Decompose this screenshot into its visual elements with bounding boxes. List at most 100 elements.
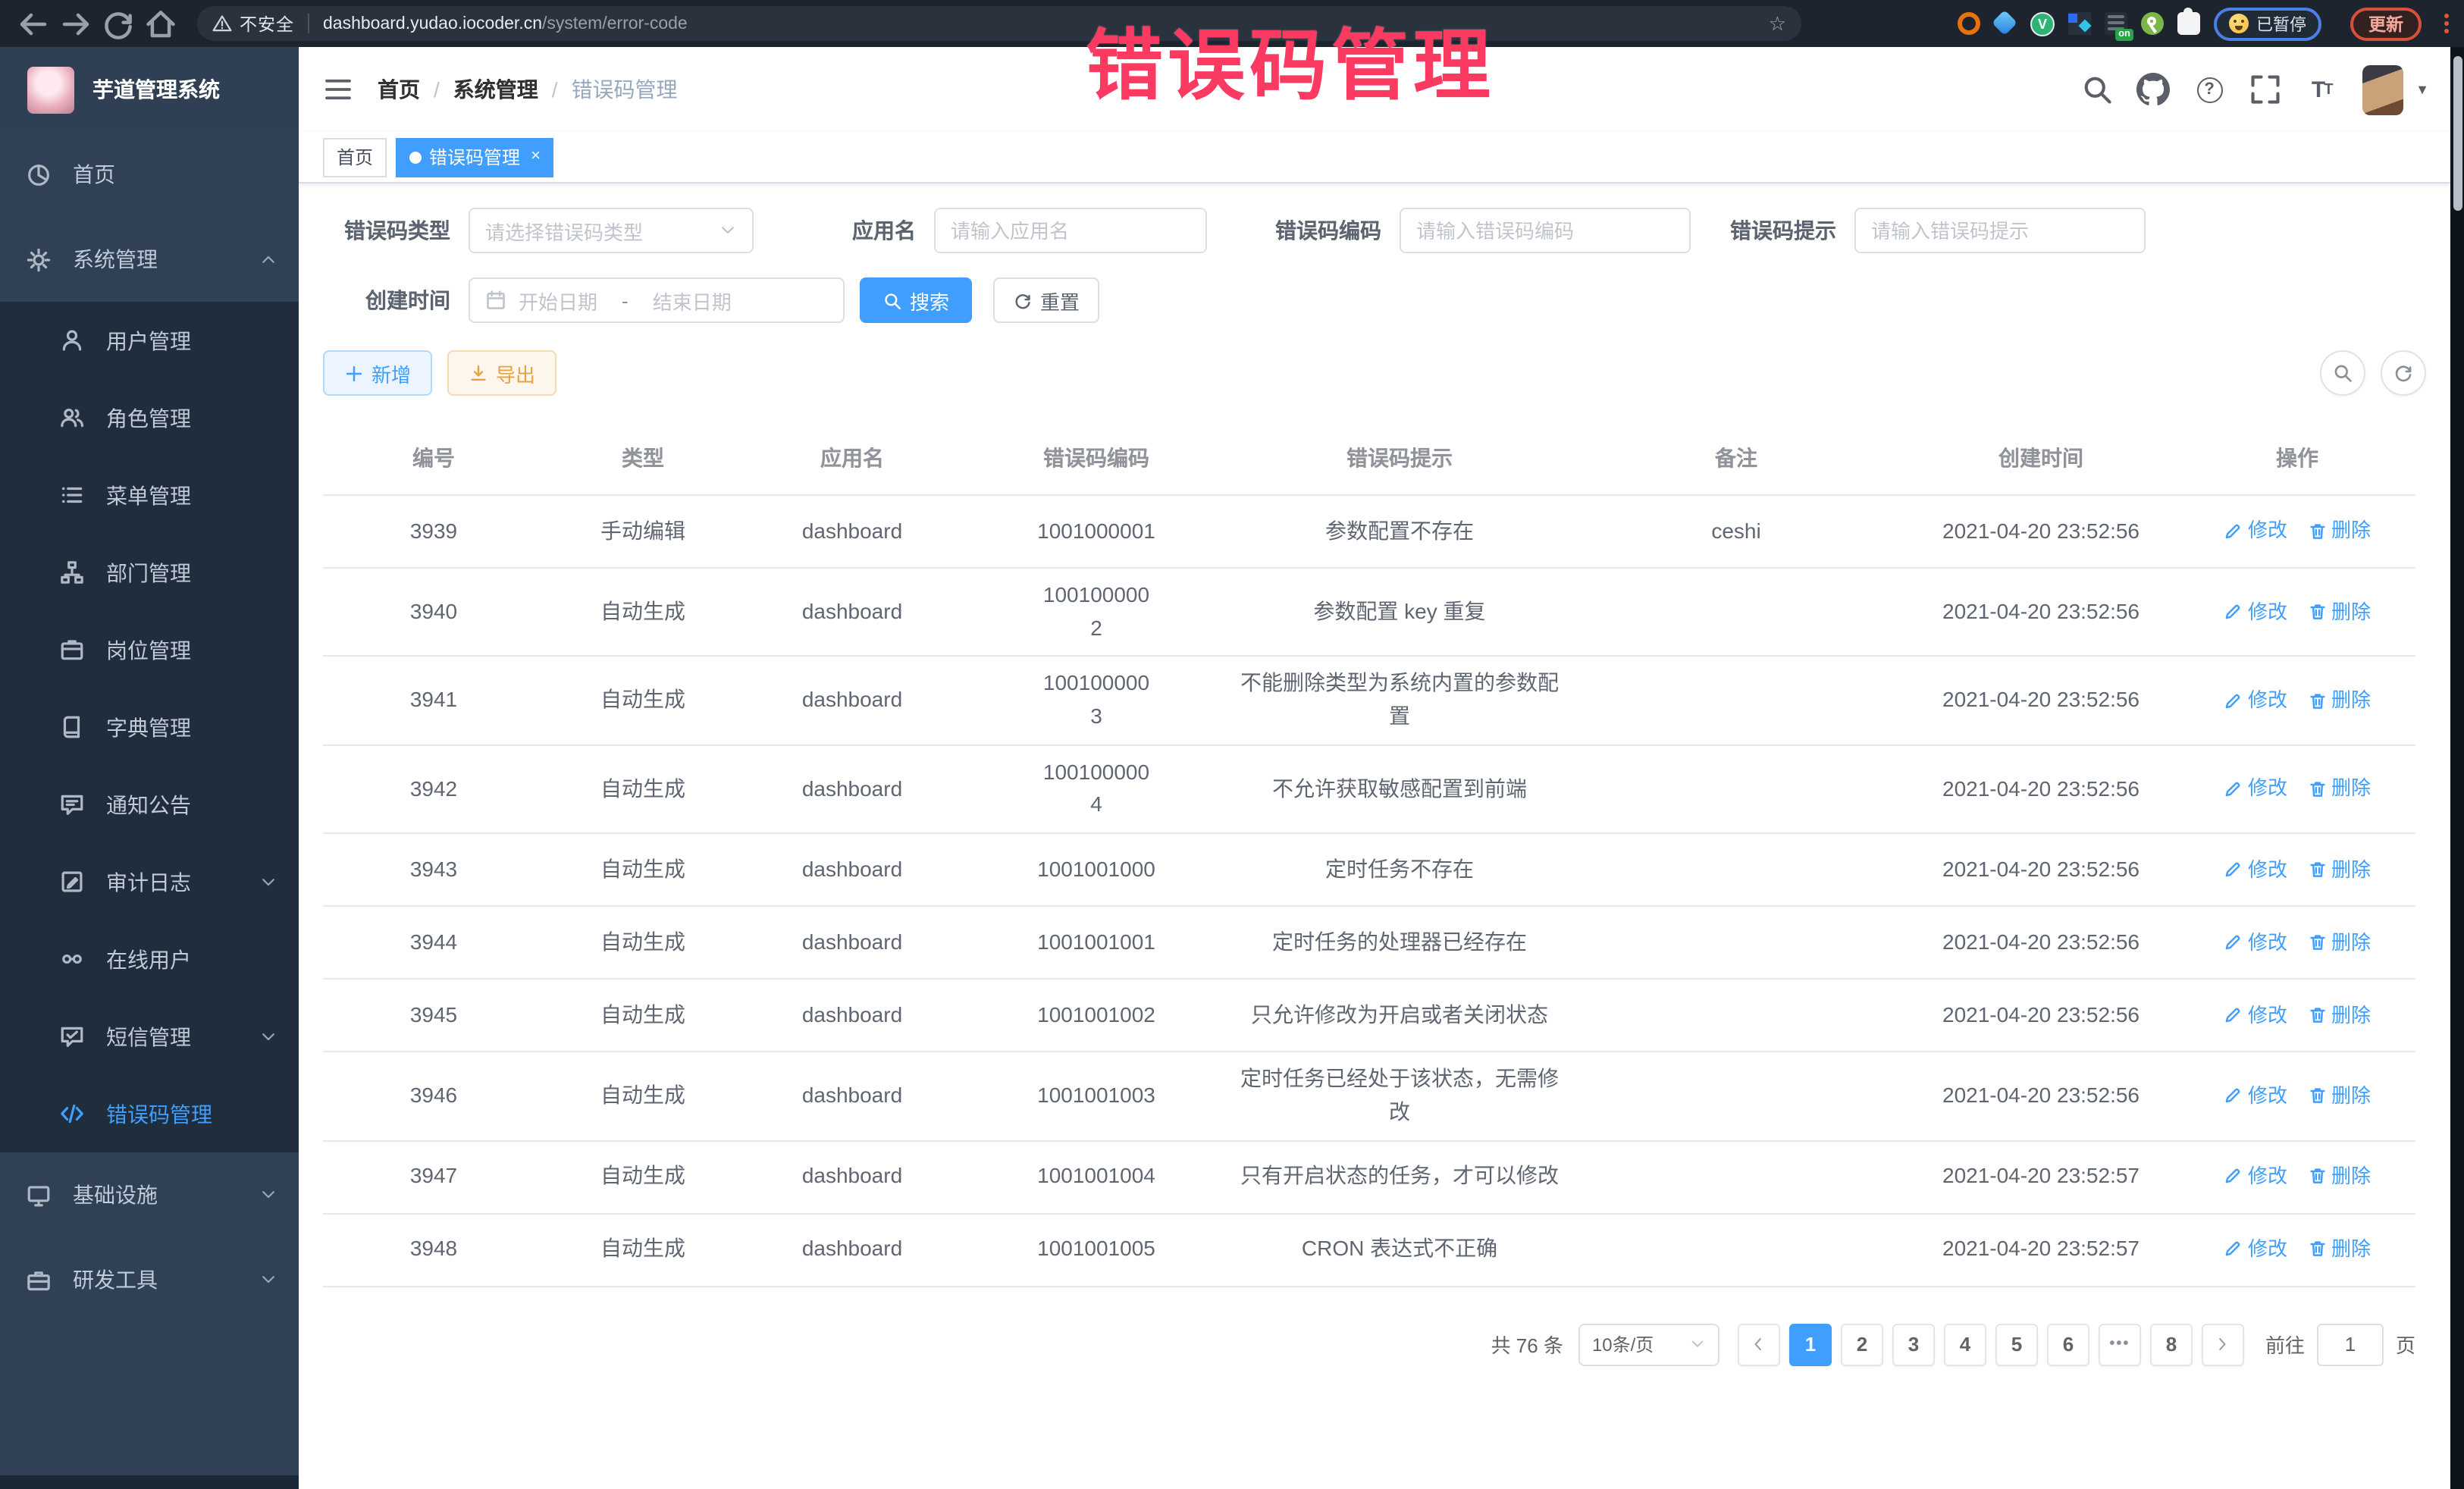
sidebar-item-notice-announcement[interactable]: 通知公告 — [0, 766, 299, 843]
sidebar-item-audit-log[interactable]: 审计日志 — [0, 843, 299, 920]
delete-link[interactable]: 删除 — [2307, 854, 2371, 885]
profile-paused-badge[interactable]: 已暂停 — [2214, 7, 2321, 40]
cell-time: 2021-04-20 23:52:56 — [1903, 496, 2179, 569]
page-button-4[interactable]: 4 — [1944, 1323, 1986, 1365]
delete-link[interactable]: 删除 — [2307, 1161, 2371, 1192]
date-range-picker[interactable]: 开始日期 - 结束日期 — [469, 277, 845, 323]
font-size-icon[interactable]: TT — [2305, 73, 2338, 106]
edit-link[interactable]: 修改 — [2224, 1234, 2287, 1265]
error-hint-input[interactable] — [1854, 208, 2146, 253]
header-search-icon[interactable] — [2080, 73, 2114, 106]
scrollbar-thumb[interactable] — [2453, 56, 2462, 211]
fullscreen-icon[interactable] — [2249, 73, 2282, 106]
browser-reload-icon[interactable] — [100, 5, 136, 42]
cell-hint: 定时任务不存在 — [1230, 834, 1569, 907]
extension-icon-vue-devtools[interactable]: V — [2030, 11, 2055, 36]
cell-time: 2021-04-20 23:52:57 — [1903, 1214, 2179, 1287]
sidebar-item-post-management[interactable]: 岗位管理 — [0, 611, 299, 688]
address-bar[interactable]: 不安全 dashboard.yudao.iocoder.cn/system/er… — [197, 6, 1801, 41]
sidebar-item-devtools[interactable]: 研发工具 — [0, 1237, 299, 1322]
browser-menu-icon[interactable] — [2444, 14, 2449, 33]
edit-icon — [2224, 602, 2243, 622]
sidebar-item-home[interactable]: 首页 — [0, 132, 299, 217]
avatar-caret-down-icon[interactable]: ▼ — [2415, 82, 2429, 97]
error-type-select[interactable]: 请选择错误码类型 — [469, 208, 754, 253]
extension-icon-tiles[interactable] — [2068, 12, 2091, 35]
delete-link[interactable]: 删除 — [2307, 1000, 2371, 1030]
edit-icon — [2224, 1167, 2243, 1186]
edit-link[interactable]: 修改 — [2224, 854, 2287, 885]
tab-home[interactable]: 首页 — [323, 137, 387, 177]
prev-page-button[interactable] — [1738, 1323, 1780, 1365]
edit-link[interactable]: 修改 — [2224, 774, 2287, 804]
breadcrumb-home[interactable]: 首页 — [378, 74, 420, 105]
delete-link[interactable]: 删除 — [2307, 1080, 2371, 1111]
sidebar-item-error-code-management[interactable]: 错误码管理 — [0, 1075, 299, 1152]
edit-link[interactable]: 修改 — [2224, 597, 2287, 627]
goto-page-input[interactable] — [2317, 1323, 2384, 1365]
page-more[interactable]: ••• — [2099, 1323, 2141, 1365]
browser-back-icon[interactable] — [15, 5, 52, 42]
next-page-button[interactable] — [2202, 1323, 2244, 1365]
screen: 不安全 dashboard.yudao.iocoder.cn/system/er… — [0, 0, 2464, 1489]
delete-link[interactable]: 删除 — [2307, 774, 2371, 804]
page-button-2[interactable]: 2 — [1841, 1323, 1883, 1365]
sidebar-item-online-users[interactable]: 在线用户 — [0, 920, 299, 998]
delete-link[interactable]: 删除 — [2307, 1234, 2371, 1265]
sidebar-item-system-management[interactable]: 系统管理 — [0, 217, 299, 302]
delete-link[interactable]: 删除 — [2307, 516, 2371, 547]
search-button[interactable]: 搜索 — [860, 277, 972, 323]
app-logo-row[interactable]: 芋道管理系统 — [0, 47, 299, 132]
column-header: 编号 — [323, 420, 544, 496]
toggle-search-button[interactable] — [2320, 350, 2365, 396]
sidebar-item-sms-management[interactable]: 短信管理 — [0, 998, 299, 1075]
help-icon[interactable]: ? — [2193, 73, 2226, 106]
bookmark-star-icon[interactable]: ☆ — [1769, 11, 1786, 36]
error-code-input[interactable] — [1400, 208, 1691, 253]
user-avatar[interactable] — [2362, 64, 2403, 114]
browser-update-button[interactable]: 更新 — [2350, 7, 2422, 40]
browser-forward-icon[interactable] — [58, 5, 94, 42]
delete-link[interactable]: 删除 — [2307, 927, 2371, 958]
refresh-table-button[interactable] — [2381, 350, 2426, 396]
page-button-1[interactable]: 1 — [1789, 1323, 1832, 1365]
tab-close-icon[interactable]: × — [531, 149, 541, 165]
edit-link[interactable]: 修改 — [2224, 927, 2287, 958]
sidebar-item-infrastructure[interactable]: 基础设施 — [0, 1152, 299, 1237]
sidebar-item-menu-management[interactable]: 菜单管理 — [0, 456, 299, 534]
page-button-6[interactable]: 6 — [2047, 1323, 2089, 1365]
page-size-select[interactable]: 10条/页 — [1578, 1323, 1719, 1365]
sidebar-item-dept-management[interactable]: 部门管理 — [0, 534, 299, 611]
tab-error-code-management[interactable]: 错误码管理 × — [396, 137, 554, 177]
sidebar-item-dict-management[interactable]: 字典管理 — [0, 688, 299, 766]
add-button[interactable]: 新增 — [323, 350, 432, 396]
app-name-input[interactable] — [934, 208, 1207, 253]
edit-link[interactable]: 修改 — [2224, 1161, 2287, 1192]
delete-link[interactable]: 删除 — [2307, 685, 2371, 716]
sidebar-menu: 首页系统管理用户管理角色管理菜单管理部门管理岗位管理字典管理通知公告审计日志在线… — [0, 132, 299, 1322]
extension-icon-key[interactable] — [2141, 12, 2164, 35]
user-icon — [59, 328, 85, 353]
sidebar-item-user-management[interactable]: 用户管理 — [0, 302, 299, 379]
edit-link[interactable]: 修改 — [2224, 1080, 2287, 1111]
sidebar-item-role-management[interactable]: 角色管理 — [0, 379, 299, 456]
sidebar-collapse-icon[interactable] — [323, 74, 353, 105]
browser-home-icon[interactable] — [143, 5, 179, 42]
extension-icon-orange-ring[interactable] — [1958, 12, 1980, 35]
extension-icon-list[interactable]: on — [2105, 12, 2127, 35]
delete-link[interactable]: 删除 — [2307, 597, 2371, 627]
export-button[interactable]: 导出 — [447, 350, 556, 396]
page-button-8[interactable]: 8 — [2150, 1323, 2193, 1365]
github-icon[interactable] — [2136, 73, 2170, 106]
code-icon — [59, 1101, 85, 1127]
extensions-puzzle-icon[interactable] — [2177, 12, 2200, 35]
page-button-5[interactable]: 5 — [1995, 1323, 2038, 1365]
extension-icon-blue-gem[interactable] — [1994, 12, 2017, 35]
edit-link[interactable]: 修改 — [2224, 685, 2287, 716]
edit-link[interactable]: 修改 — [2224, 1000, 2287, 1030]
reset-button[interactable]: 重置 — [993, 277, 1099, 323]
breadcrumb-system[interactable]: 系统管理 — [453, 74, 538, 105]
edit-link[interactable]: 修改 — [2224, 516, 2287, 547]
page-button-3[interactable]: 3 — [1892, 1323, 1935, 1365]
window-scrollbar[interactable] — [2450, 47, 2464, 1489]
